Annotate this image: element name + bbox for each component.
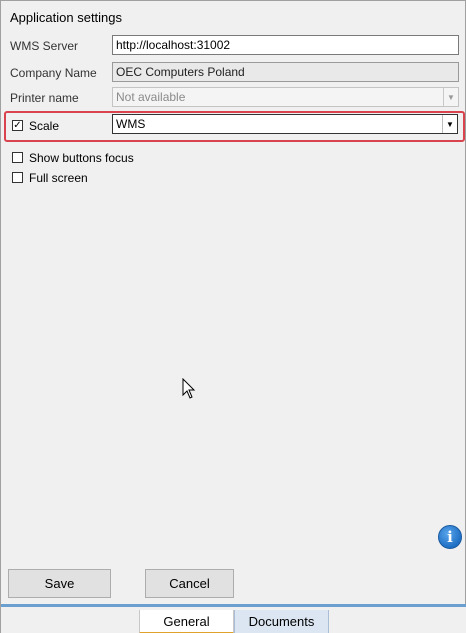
wms-server-value: http://localhost:31002 xyxy=(116,38,231,52)
bottom-tab-bar: General Documents xyxy=(1,604,466,633)
full-screen-label: Full screen xyxy=(29,171,88,185)
settings-window: Application settings WMS Server http://l… xyxy=(0,0,466,633)
info-icon[interactable]: i xyxy=(438,525,462,549)
company-name-value: OEC Computers Poland xyxy=(116,65,245,79)
scale-checkbox[interactable]: ✓ xyxy=(12,120,23,131)
scale-label: Scale xyxy=(29,119,60,133)
tab-documents[interactable]: Documents xyxy=(234,610,329,633)
company-name-field[interactable]: OEC Computers Poland xyxy=(112,62,459,82)
cancel-button[interactable]: Cancel xyxy=(145,569,234,598)
chevron-down-icon[interactable]: ▼ xyxy=(443,88,458,106)
window-title: Application settings xyxy=(10,10,123,25)
printer-name-value: Not available xyxy=(116,90,186,104)
wms-server-label: WMS Server xyxy=(10,39,79,53)
scale-value: WMS xyxy=(116,117,146,131)
scale-select[interactable]: WMS ▼ xyxy=(112,114,458,134)
tab-general[interactable]: General xyxy=(139,610,234,633)
show-buttons-focus-label: Show buttons focus xyxy=(29,151,134,165)
wms-server-input[interactable]: http://localhost:31002 xyxy=(112,35,459,55)
mouse-cursor-icon xyxy=(182,378,196,399)
show-buttons-focus-checkbox[interactable] xyxy=(12,152,23,163)
full-screen-checkbox[interactable] xyxy=(12,172,23,183)
save-button[interactable]: Save xyxy=(8,569,111,598)
company-name-label: Company Name xyxy=(10,66,97,80)
printer-name-label: Printer name xyxy=(10,91,79,105)
chevron-down-icon[interactable]: ▼ xyxy=(442,115,457,133)
printer-name-select[interactable]: Not available ▼ xyxy=(112,87,459,107)
check-icon: ✓ xyxy=(13,120,22,131)
